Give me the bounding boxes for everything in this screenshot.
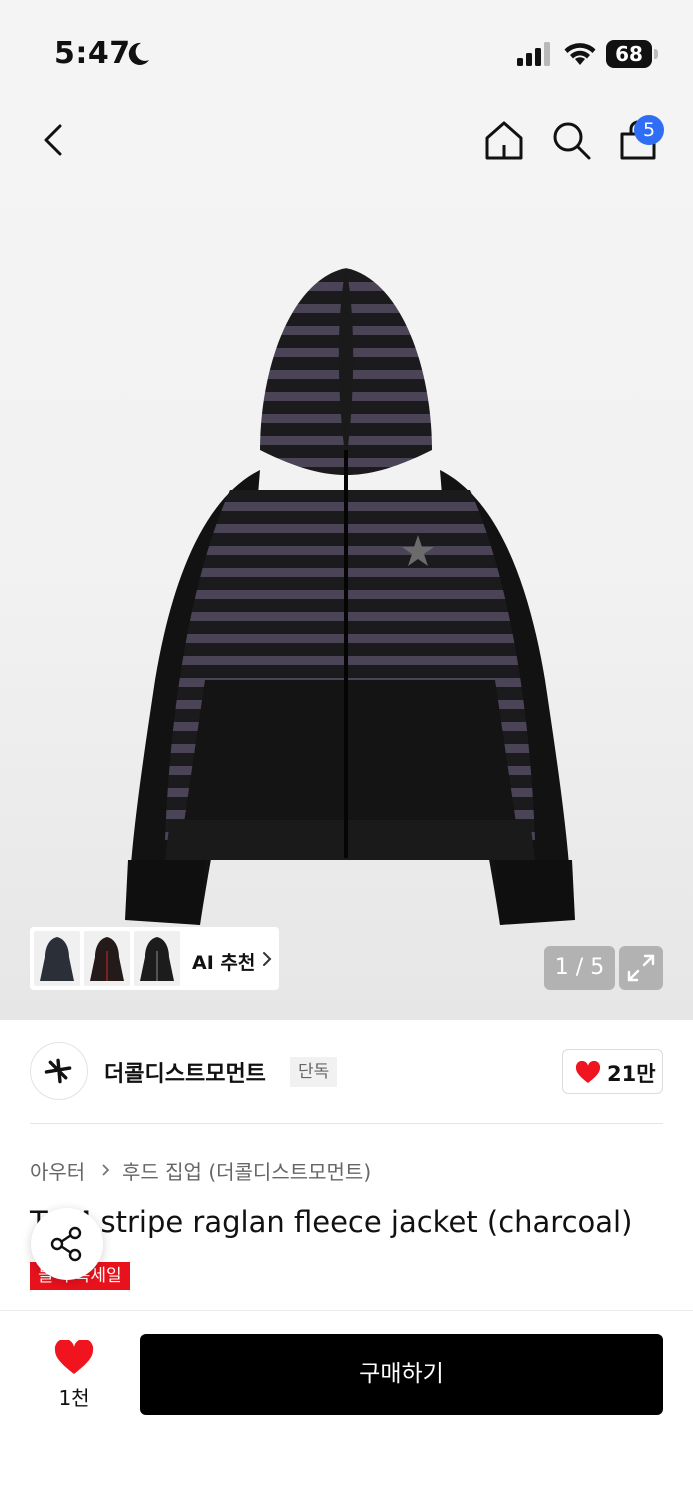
divider [0,1310,693,1311]
image-pager: 1 / 5 [544,946,615,990]
heart-icon [54,1340,94,1374]
wifi-icon [564,43,596,65]
product-title: TCM stripe raglan fleece jacket (charcoa… [30,1205,633,1239]
battery-indicator: 68 [606,40,658,68]
search-icon[interactable] [549,118,593,162]
breadcrumb-hood-zipup[interactable]: 후드 집업 (더콜디스트모먼트) [122,1156,371,1185]
ai-thumb-1[interactable] [34,931,80,986]
brand-name[interactable]: 더콜디스트모먼트 [104,1056,266,1088]
wishlist-count: 1천 [58,1386,90,1410]
ai-recommend-strip[interactable]: AI 추천 [30,927,279,990]
product-hoodie-image[interactable] [110,260,590,940]
ai-thumb-2[interactable] [84,931,130,986]
buy-button[interactable]: 구매하기 [140,1334,663,1415]
home-icon[interactable] [482,118,526,162]
wishlist-button[interactable]: 1천 [38,1336,110,1412]
divider [30,1123,663,1124]
share-button[interactable] [31,1208,103,1280]
product-image-area[interactable]: 5:47 68 5 AI 추천 1 / 5 [0,0,693,1020]
breadcrumb-outer[interactable]: 아우터 [30,1156,85,1185]
status-time: 5:47 [54,36,131,71]
chevron-right-icon [263,952,272,966]
back-icon[interactable] [36,118,72,162]
brand-like-count: 21만 [607,1062,656,1086]
ai-recommend-label: AI 추천 [192,952,256,974]
brand-like-button[interactable]: 21만 [562,1049,663,1094]
chevron-right-icon [102,1164,110,1176]
moon-icon [128,42,149,65]
brand-logo[interactable] [30,1042,88,1100]
ai-thumb-3[interactable] [134,931,180,986]
cart-count-badge: 5 [634,115,664,145]
signal-icon [517,42,550,66]
status-bar: 5:47 68 [0,0,693,100]
heart-icon [575,1061,601,1083]
exclusive-tag: 단독 [290,1057,338,1087]
expand-icon[interactable] [619,946,663,990]
share-icon [50,1226,82,1262]
